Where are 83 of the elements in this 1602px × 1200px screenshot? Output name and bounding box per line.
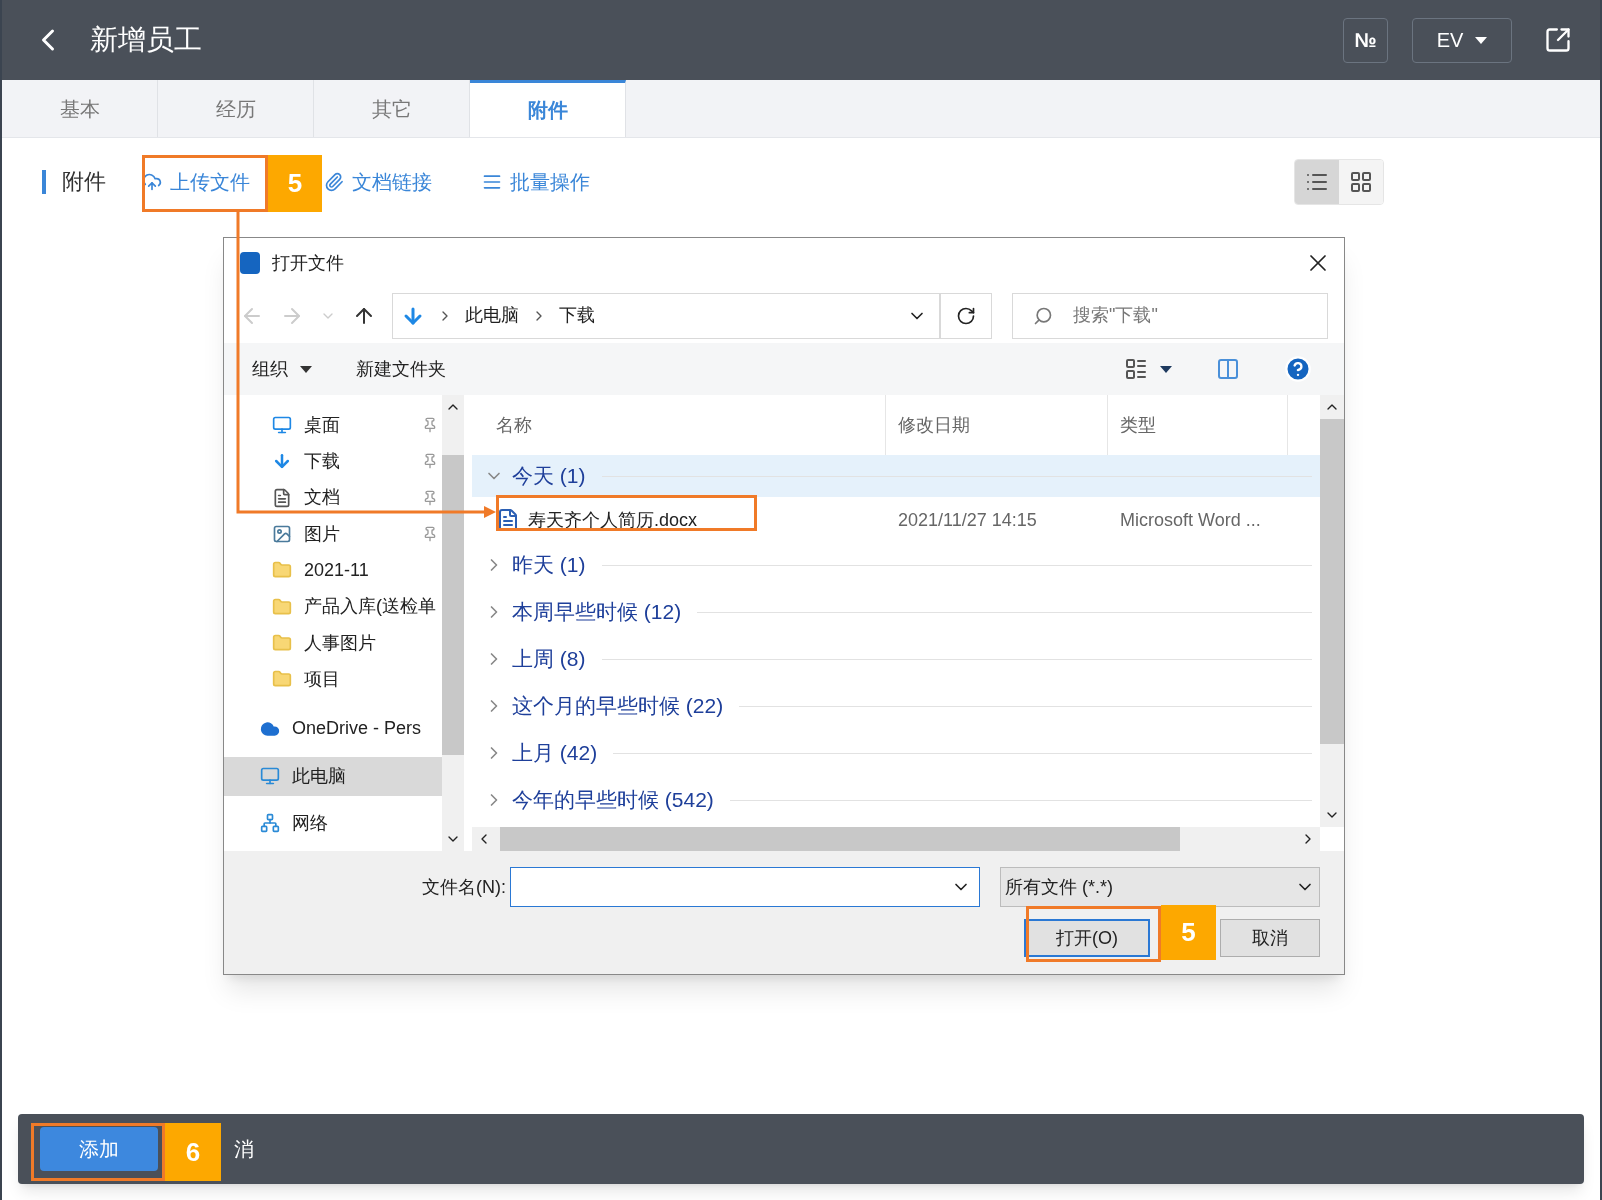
group-header[interactable]: 今天 (1) — [472, 455, 1320, 497]
nav-item[interactable]: 产品入库(送检单 — [224, 588, 442, 625]
organize-menu[interactable]: 组织 — [252, 355, 312, 383]
toolbar-link[interactable]: 上传文件 — [142, 167, 250, 197]
nav-item[interactable]: 2021-11 — [224, 552, 442, 589]
search-icon — [1033, 305, 1053, 326]
group-header[interactable]: 上月 (42) — [472, 732, 1320, 774]
scrollbar-thumb[interactable] — [500, 827, 1180, 851]
nav-item[interactable]: 此电脑 — [224, 756, 442, 796]
tab[interactable]: 基本 — [2, 80, 158, 137]
caret-icon — [1160, 365, 1172, 373]
picture-icon — [272, 524, 292, 545]
nav-item[interactable]: 桌面 — [224, 407, 442, 444]
nav-item[interactable]: 网络 — [224, 803, 442, 844]
scrollbar-thumb[interactable] — [1320, 419, 1344, 744]
add-button[interactable]: 添加 — [40, 1127, 158, 1171]
nav-item[interactable]: 下载 — [224, 443, 442, 480]
export-button[interactable] — [1544, 26, 1572, 54]
breadcrumb-item[interactable]: 此电脑 — [465, 302, 519, 329]
toolbar-link[interactable]: 批量操作 — [482, 167, 590, 197]
file-name[interactable]: 寿天齐个人简历.docx — [528, 506, 698, 534]
dialog-title: 打开文件 — [272, 251, 344, 275]
details-view-icon — [1124, 357, 1148, 381]
scrollbar[interactable] — [442, 395, 464, 851]
caret-icon — [300, 365, 312, 373]
step-badge: 5 — [268, 155, 322, 212]
view-button[interactable] — [1339, 160, 1383, 204]
filename-field[interactable] — [510, 867, 980, 907]
field-label: 文件名(N): — [422, 875, 506, 899]
computer-icon — [260, 766, 280, 787]
nav-item[interactable]: 图片 — [224, 515, 442, 553]
page-title: 新增员工 — [90, 23, 202, 57]
folder-icon — [272, 633, 292, 654]
cancel-link[interactable]: 消 — [234, 1134, 254, 1164]
caret-icon — [1475, 36, 1488, 44]
scrollbar[interactable] — [1320, 395, 1344, 827]
file-type: Microsoft Word ... — [1119, 508, 1261, 532]
group-header[interactable]: 今年的早些时候 (542) — [472, 779, 1320, 821]
search-input[interactable]: 搜索"下载" — [1073, 302, 1327, 329]
document-icon — [272, 487, 292, 508]
step-badge: 5 — [1161, 905, 1216, 960]
step-badge: 6 — [165, 1123, 221, 1181]
search-field[interactable]: 搜索"下载" — [1012, 292, 1328, 339]
toolbar-link[interactable]: 文档链接 — [324, 167, 432, 197]
file-date: 2021/11/27 14:15 — [897, 508, 1038, 532]
nav-item[interactable]: 人事图片 — [224, 624, 442, 662]
file-type-dropdown[interactable]: 所有文件 (*.*) — [1000, 867, 1320, 907]
nav-item[interactable]: 文档 — [224, 479, 442, 516]
new-folder-button[interactable]: 新建文件夹 — [356, 355, 446, 383]
menu-icon — [482, 172, 502, 192]
network-icon — [260, 813, 280, 834]
cancel-button[interactable]: 取消 — [1220, 919, 1320, 957]
group-header[interactable]: 这个月的早些时候 (22) — [472, 685, 1320, 727]
group-header[interactable]: 本周早些时候 (12) — [472, 591, 1320, 633]
folder-icon — [272, 596, 292, 617]
refresh-button[interactable] — [940, 292, 992, 339]
breadcrumb-item[interactable]: 下载 — [559, 302, 595, 329]
export-icon — [1544, 26, 1572, 54]
group-header[interactable]: 上周 (8) — [472, 638, 1320, 680]
monitor-icon — [272, 415, 292, 436]
nav-item[interactable]: 项目 — [224, 661, 442, 698]
cloud-upload-icon — [142, 172, 162, 192]
help-icon[interactable] — [1284, 355, 1312, 383]
scrollbar-thumb[interactable] — [442, 455, 464, 755]
address-bar[interactable]: 此电脑 下载 — [392, 292, 940, 339]
preview-pane-icon[interactable] — [1216, 357, 1240, 381]
tab[interactable]: 经历 — [158, 80, 314, 137]
folder-icon — [272, 669, 292, 690]
view-options-button[interactable] — [1124, 357, 1172, 381]
paperclip-icon — [324, 172, 344, 192]
nav-item[interactable]: OneDrive - Pers — [224, 709, 442, 749]
app-logo-icon — [240, 252, 260, 274]
language-dropdown[interactable]: EV — [1412, 17, 1512, 63]
grid-icon — [1349, 170, 1373, 194]
number-button[interactable]: № — [1343, 17, 1388, 63]
refresh-icon — [956, 305, 976, 326]
group-header[interactable]: 昨天 (1) — [472, 544, 1320, 586]
open-button[interactable]: 打开(O) — [1024, 919, 1150, 957]
section-title: 附件 — [42, 170, 106, 194]
tab[interactable]: 附件 — [470, 80, 626, 137]
view-button[interactable] — [1295, 160, 1339, 204]
folder-icon — [272, 560, 292, 581]
scrollbar[interactable] — [472, 827, 1320, 851]
